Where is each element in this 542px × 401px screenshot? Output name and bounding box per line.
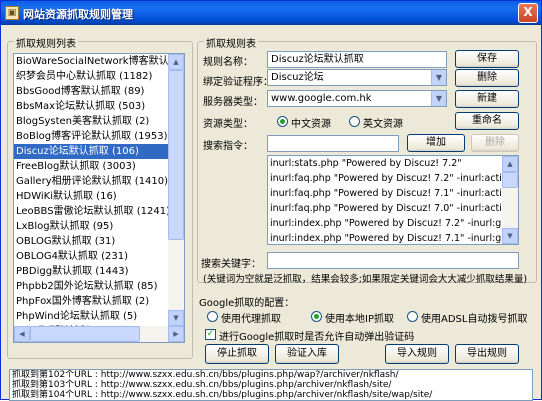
rule-list-item[interactable]: Discuz论坛默认抓取 (106) xyxy=(14,144,170,159)
commands-vscrollbar[interactable]: ▲ ▼ xyxy=(502,156,518,244)
server-type-value: www.google.com.hk xyxy=(271,93,372,104)
radio-cn-resource[interactable] xyxy=(277,116,288,127)
rule-list-item[interactable]: LxBlog默认抓取 (95) xyxy=(14,219,170,234)
rule-list-item[interactable]: BlogSysten美客默认抓取 (2) xyxy=(14,114,170,129)
search-command-line[interactable]: inurl:index.php "Powered by Discuz! 7.2"… xyxy=(268,216,504,231)
radio-adsl[interactable] xyxy=(407,311,418,322)
chevron-down-icon[interactable]: ▼ xyxy=(431,70,446,85)
keyword-input[interactable] xyxy=(267,252,519,269)
save-button[interactable]: 保存 xyxy=(455,50,519,68)
new-rule-button[interactable]: 新建 xyxy=(455,90,519,108)
scroll-up-icon[interactable]: ▲ xyxy=(168,54,184,70)
rule-detail-group-label: 抓取规则表 xyxy=(204,35,258,50)
radio-en-label: 英文资源 xyxy=(363,119,403,130)
rule-list-item[interactable]: OBLOG4默认抓取 (231) xyxy=(14,249,170,264)
rule-list-item[interactable]: BbsGood博客默认抓取 (89) xyxy=(14,84,170,99)
rule-list-vscrollbar[interactable]: ▲ ▼ xyxy=(168,54,184,326)
delete-rule-button[interactable]: 删除 xyxy=(455,69,519,87)
rule-list-item[interactable]: 织梦会员中心默认抓取 (1182) xyxy=(14,69,170,84)
keyword-hint: (关键词为空就是泛抓取，结果会较多;如果限定关键词会大大减少抓取结果量) xyxy=(203,274,528,285)
bind-program-label: 绑定验证程序： xyxy=(203,77,273,88)
rule-name-label: 规则名称： xyxy=(203,57,253,68)
radio-local-ip[interactable] xyxy=(311,311,322,322)
search-cmd-input[interactable] xyxy=(267,135,399,152)
rule-list-item[interactable]: PBDigg默认抓取 (1443) xyxy=(14,264,170,279)
import-rules-button[interactable]: 导入规则 xyxy=(385,344,449,364)
close-button[interactable]: X xyxy=(518,3,538,23)
rule-list-item[interactable]: BoBlog博客评论默认抓取 (1953) xyxy=(14,129,170,144)
title-bar[interactable]: ▣ 网站资源抓取规则管理 X xyxy=(1,1,541,25)
log-line: 抓取到第104个URL : http://www.szxx.edu.sh.cn/… xyxy=(12,390,433,400)
search-command-line[interactable]: inurl:faq.php "Powered by Discuz! 7.0" -… xyxy=(268,201,504,216)
radio-en-resource[interactable] xyxy=(349,116,360,127)
scroll-down-icon[interactable]: ▼ xyxy=(502,228,518,244)
auto-captcha-checkbox[interactable]: ✓ xyxy=(205,329,216,340)
scroll-down-icon[interactable]: ▼ xyxy=(168,310,184,326)
bind-program-value: Discuz论坛 xyxy=(271,72,324,83)
stop-crawl-button[interactable]: 停止抓取 xyxy=(205,344,269,364)
search-commands-lines: inurl:stats.php "Powered by Discuz! 7.2"… xyxy=(268,156,504,244)
search-commands-list[interactable]: inurl:stats.php "Powered by Discuz! 7.2"… xyxy=(267,155,519,245)
scroll-left-icon[interactable]: ◀ xyxy=(14,326,30,342)
rule-list-item[interactable]: BioWareSocialNetwork博客默认抓取 xyxy=(14,54,170,69)
resource-type-label: 资源类型： xyxy=(203,119,253,130)
export-rules-button[interactable]: 导出规则 xyxy=(455,344,519,364)
rule-listbox[interactable]: BioWareSocialNetwork博客默认抓取织梦会员中心默认抓取 (11… xyxy=(13,53,185,343)
rule-name-input[interactable]: Discuz论坛默认抓取 xyxy=(267,51,447,68)
rule-list-group-label: 抓取规则列表 xyxy=(14,35,78,50)
radio-proxy[interactable] xyxy=(207,311,218,322)
keyword-label: 搜索关键字： xyxy=(201,259,261,270)
rename-button[interactable]: 重命名 xyxy=(455,112,519,130)
radio-local-ip-label: 使用本地IP抓取 xyxy=(325,314,394,325)
search-command-line[interactable]: inurl:stats.php "Powered by Discuz! 7.2" xyxy=(268,156,504,171)
window-title: 网站资源抓取规则管理 xyxy=(23,8,133,21)
scroll-right-icon[interactable]: ▶ xyxy=(168,326,184,342)
log-line: 抓取到第103个URL : http://www.szxx.edu.sh.cn/… xyxy=(12,380,392,390)
scroll-thumb[interactable] xyxy=(168,70,184,240)
chevron-down-icon[interactable]: ▼ xyxy=(431,91,446,106)
crawl-log[interactable]: 抓取到第102个URL : http://www.szxx.edu.sh.cn/… xyxy=(9,369,533,401)
hscroll-thumb[interactable] xyxy=(30,326,140,342)
rule-list-item[interactable]: BbsMax论坛默认抓取 (503) xyxy=(14,99,170,114)
radio-cn-label: 中文资源 xyxy=(291,119,331,130)
auto-captcha-label: 进行Google抓取时是否允许自动弹出验证码 xyxy=(219,332,415,343)
bind-program-select[interactable]: Discuz论坛 ▼ xyxy=(267,69,447,86)
rule-list-item[interactable]: PhpWind论坛默认抓取 (5) xyxy=(14,309,170,324)
remove-button[interactable]: 删除 xyxy=(471,134,519,152)
rule-list-item[interactable]: HDWiKi默认抓取 (16) xyxy=(14,189,170,204)
search-command-line[interactable]: inurl:faq.php "Powered by Discuz! 7.2" -… xyxy=(268,171,504,186)
radio-adsl-label: 使用ADSL自动拨号抓取 xyxy=(421,314,528,325)
crawl-log-lines: 抓取到第102个URL : http://www.szxx.edu.sh.cn/… xyxy=(10,370,532,400)
rule-list-items: BioWareSocialNetwork博客默认抓取织梦会员中心默认抓取 (11… xyxy=(14,54,170,342)
scroll-thumb[interactable] xyxy=(502,172,518,188)
rule-list-item[interactable]: OBLOG默认抓取 (31) xyxy=(14,234,170,249)
server-type-select[interactable]: www.google.com.hk ▼ xyxy=(267,90,447,107)
app-icon: ▣ xyxy=(5,6,19,20)
rule-list-item[interactable]: Gallery相册评论默认抓取 (1410) xyxy=(14,174,170,189)
search-command-line[interactable]: inurl:index.php "Powered by Discuz! 7.1"… xyxy=(268,231,504,244)
rule-list-item[interactable]: FreeBlog默认抓取 (3003) xyxy=(14,159,170,174)
rule-list-hscrollbar[interactable]: ◀ ▶ xyxy=(14,326,184,342)
google-config-label: Google抓取的配置： xyxy=(199,298,295,309)
server-type-label: 服务器类型： xyxy=(203,97,263,108)
add-button[interactable]: 增加 xyxy=(407,134,465,152)
rule-list-item[interactable]: PhpFox国外博客默认抓取 (2) xyxy=(14,294,170,309)
log-line: 抓取到第102个URL : http://www.szxx.edu.sh.cn/… xyxy=(12,370,399,380)
radio-proxy-label: 使用代理抓取 xyxy=(221,314,281,325)
search-command-line[interactable]: inurl:faq.php "Powered by Discuz! 7.1" -… xyxy=(268,186,504,201)
main-window: ▣ 网站资源抓取规则管理 X 抓取规则列表 BioWareSocialNetwo… xyxy=(0,0,542,401)
rule-list-item[interactable]: LeoBBS雷傲论坛默认抓取 (1241) xyxy=(14,204,170,219)
search-cmd-label: 搜索指令： xyxy=(203,141,253,152)
scroll-up-icon[interactable]: ▲ xyxy=(502,156,518,172)
rule-list-item[interactable]: Phpbb2国外论坛默认抓取 (85) xyxy=(14,279,170,294)
verify-import-button[interactable]: 验证入库 xyxy=(275,344,339,364)
